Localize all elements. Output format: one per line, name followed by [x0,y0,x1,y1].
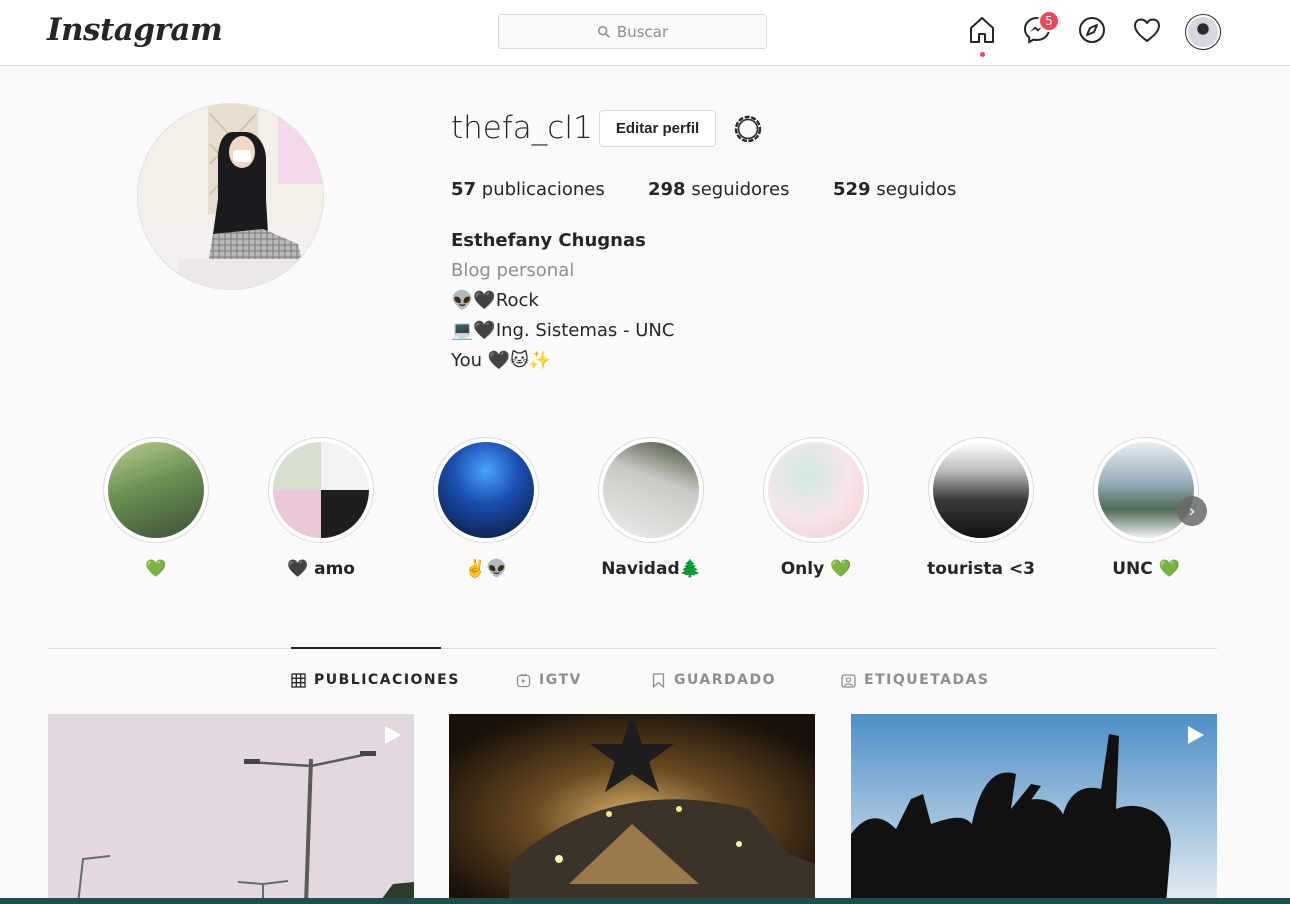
video-indicator-icon [1188,726,1204,744]
stat-posts: 57 publicaciones [451,179,605,200]
highlight-cover [273,442,369,538]
highlight-cover [438,442,534,538]
followers-count: 298 [648,179,686,200]
top-navbar: Instagram Buscar 5 [0,0,1290,66]
highlight-cover [108,442,204,538]
search-placeholder: Buscar [616,22,669,41]
highlight-cover [603,442,699,538]
video-indicator-icon [385,726,401,744]
bookmark-icon [652,672,665,688]
compass-icon [1079,17,1105,43]
highlight-label: 💚 [145,559,167,579]
profile-avatar[interactable] [137,103,324,290]
home-button[interactable] [967,15,999,57]
post-thumbnail[interactable] [48,714,414,904]
messenger-button[interactable]: 5 [1022,10,1060,47]
highlight-label: 🖤 amo [287,559,355,579]
highlight-label: ✌️👽 [464,559,508,579]
taskbar-strip [0,898,1290,904]
stat-followers[interactable]: 298 seguidores [648,179,790,200]
tab-label: ETIQUETADAS [864,672,990,688]
posts-label: publicaciones [481,179,605,200]
highlight-label: Navidad🌲 [601,559,701,579]
followers-label: seguidores [691,179,790,200]
profile-username: thefa_cl1 [451,110,593,146]
post-thumbnail[interactable] [851,714,1217,904]
chevron-right-icon: › [1188,500,1196,522]
tabs-divider [48,648,1217,649]
tab-guardado[interactable]: GUARDADO [651,672,776,688]
profile-full-name: Esthefany Chugnas [451,230,646,251]
highlight-label: Only 💚 [780,559,852,579]
messenger-badge: 5 [1038,10,1060,32]
bio-line: 💻🖤Ing. Sistemas - UNC [451,320,675,341]
edit-profile-button[interactable]: Editar perfil [599,110,716,147]
bio-line: You 🖤🐱✨ [451,350,552,371]
highlight-cover [768,442,864,538]
heart-icon [1134,18,1160,42]
search-input[interactable]: Buscar [498,14,767,49]
grid-icon [291,672,306,688]
active-tab-indicator [291,647,441,649]
highlight-cover [1098,442,1194,538]
profile-avatar-nav[interactable] [1185,14,1221,50]
tab-label: PUBLICACIONES [314,672,460,688]
tab-etiquetadas[interactable]: ETIQUETADAS [841,672,990,688]
stat-following[interactable]: 529 seguidos [833,179,956,200]
instagram-logo[interactable]: Instagram [47,12,223,48]
highlight-label: tourista <3 [927,559,1035,579]
tab-igtv[interactable]: IGTV [516,672,582,688]
post-thumbnail[interactable] [449,714,815,904]
following-label: seguidos [876,179,957,200]
home-icon [970,17,994,43]
bio-line: 👽🖤Rock [451,290,539,311]
gear-icon [734,115,762,143]
activity-button[interactable] [1132,15,1164,47]
profile-category: Blog personal [451,260,575,281]
search-icon [597,25,610,38]
igtv-icon [516,672,531,687]
tagged-icon [841,673,856,688]
highlight-label: UNC 💚 [1112,559,1180,579]
settings-button[interactable] [731,112,765,146]
highlights-next-button[interactable]: › [1177,496,1207,526]
tab-publicaciones[interactable]: PUBLICACIONES [291,672,460,688]
tab-label: GUARDADO [674,672,777,688]
home-notification-dot [980,52,985,57]
tab-label: IGTV [539,672,582,688]
highlight-cover [933,442,1029,538]
posts-count: 57 [451,179,477,200]
following-count: 529 [833,179,871,200]
explore-button[interactable] [1077,15,1109,47]
